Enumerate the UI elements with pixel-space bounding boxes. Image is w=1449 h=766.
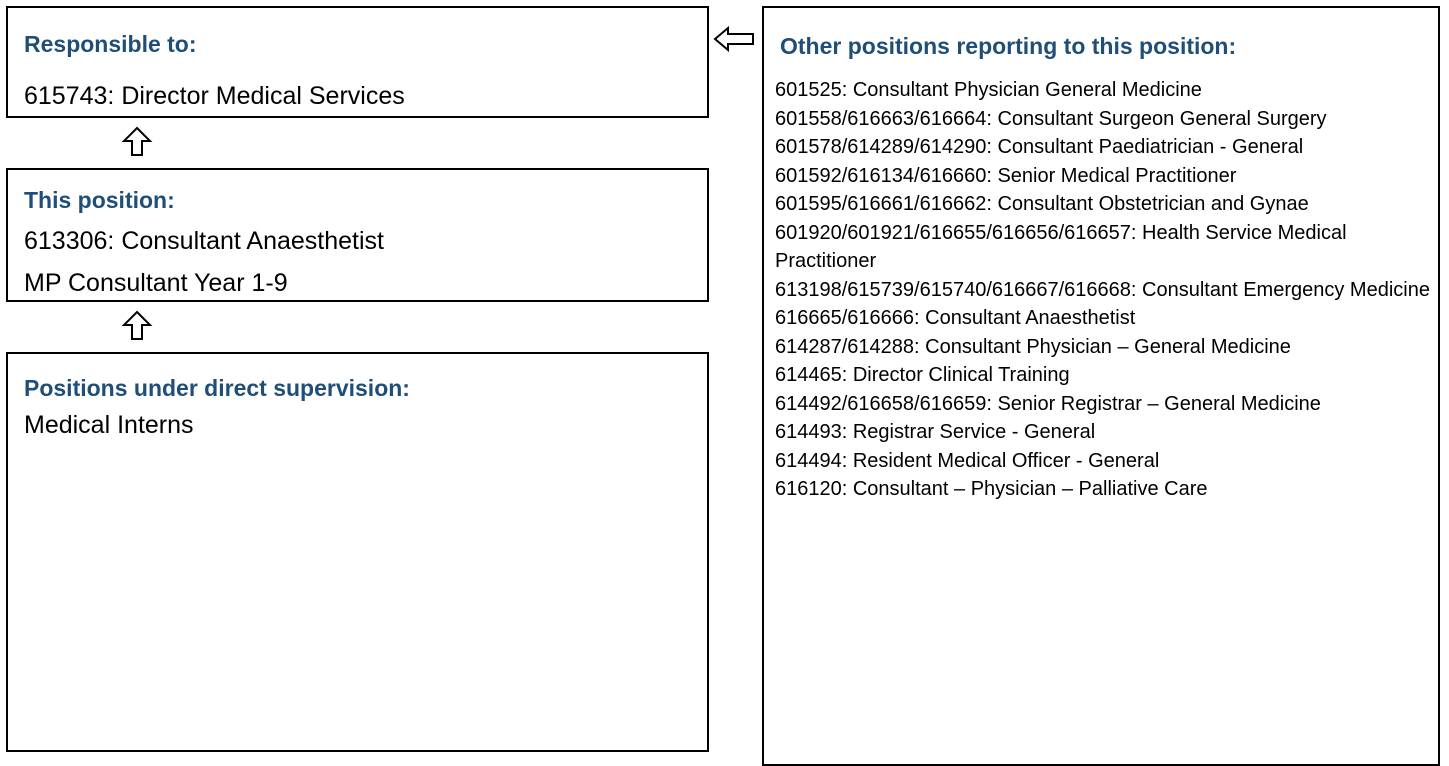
list-item: 614287/614288: Consultant Physician – Ge… (775, 335, 1291, 358)
up-arrow-icon (121, 126, 153, 156)
direct-supervision-box: Positions under direct supervision: Medi… (6, 352, 709, 752)
this-position-classification: MP Consultant Year 1-9 (24, 269, 288, 297)
list-item: 601558/616663/616664: Consultant Surgeon… (775, 107, 1327, 130)
responsible-to-position: 615743: Director Medical Services (24, 82, 405, 110)
direct-supervision-item: Medical Interns (24, 411, 194, 439)
direct-supervision-title: Positions under direct supervision: (24, 375, 410, 401)
list-item: 601595/616661/616662: Consultant Obstetr… (775, 193, 1309, 215)
other-positions-title: Other positions reporting to this positi… (780, 33, 1237, 59)
list-item: 614465: Director Clinical Training (775, 364, 1070, 386)
responsible-to-title: Responsible to: (24, 31, 197, 57)
list-item: 614493: Registrar Service - General (775, 421, 1096, 443)
this-position-title: This position: (24, 187, 175, 213)
other-positions-box: Other positions reporting to this positi… (762, 6, 1440, 766)
left-arrow-icon (713, 25, 754, 53)
list-item: 614494: Resident Medical Officer - Gener… (775, 449, 1160, 472)
list-item: 601592/616134/616660: Senior Medical Pra… (775, 164, 1237, 187)
list-item: 601525: Consultant Physician General Med… (775, 79, 1202, 101)
list-item: 613198/615739/615740/616667/616668: Cons… (775, 278, 1430, 301)
this-position-number-title: 613306: Consultant Anaesthetist (24, 227, 384, 255)
list-item: 601578/614289/614290: Consultant Paediat… (775, 136, 1304, 158)
list-item: 614492/616658/616659: Senior Registrar –… (775, 392, 1321, 415)
list-item: 616665/616666: Consultant Anaesthetist (775, 307, 1136, 329)
this-position-box: This position: 613306: Consultant Anaest… (6, 168, 709, 302)
up-arrow-icon (121, 310, 153, 340)
list-item: 601920/601921/616655/616656/616657: Heal… (775, 221, 1347, 273)
list-item: 616120: Consultant – Physician – Palliat… (775, 478, 1208, 500)
other-positions-list: 601525: Consultant Physician General Med… (775, 76, 1435, 504)
responsible-to-box: Responsible to: 615743: Director Medical… (6, 6, 709, 118)
